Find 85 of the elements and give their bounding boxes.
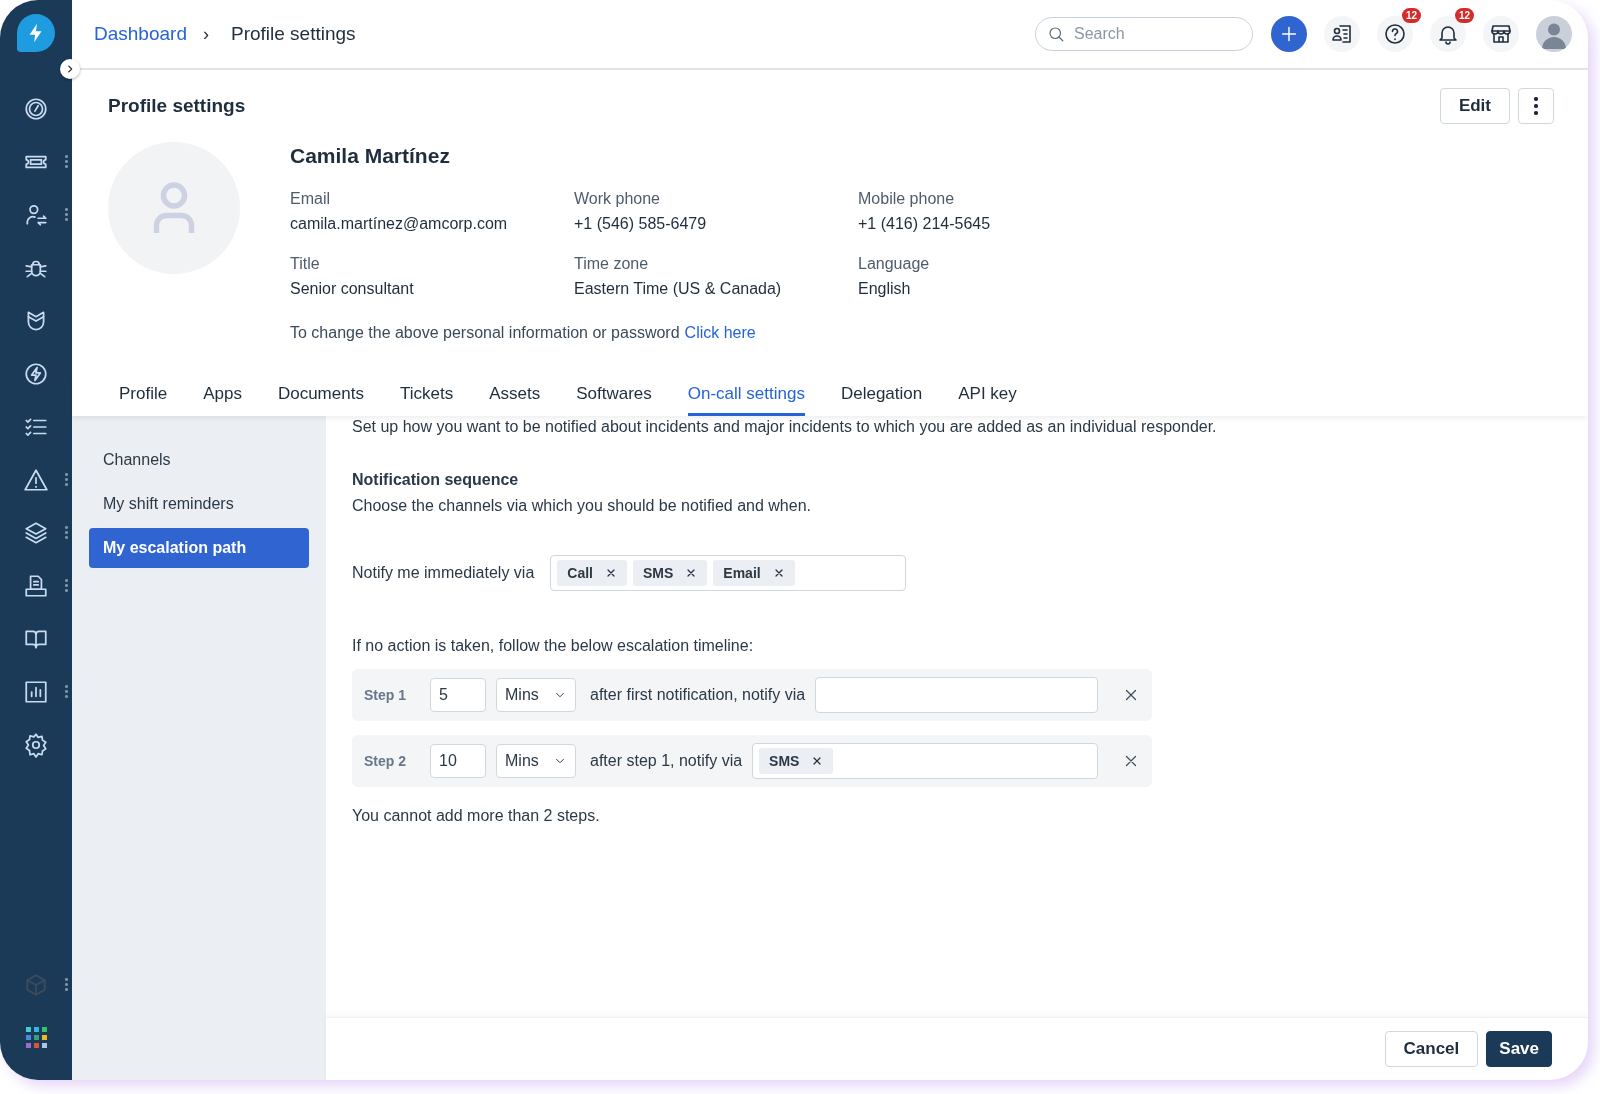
channel-select-field[interactable] xyxy=(815,677,1098,713)
count-badge: 12 xyxy=(1401,8,1421,23)
bar-chart-icon[interactable] xyxy=(23,678,49,705)
side-nav-item[interactable]: My escalation path xyxy=(89,528,309,568)
tab[interactable]: Assets xyxy=(489,376,541,416)
help-icon xyxy=(1383,22,1407,46)
info-text: To change the above personal information or password xyxy=(290,324,680,341)
expand-toggle[interactable] xyxy=(60,59,80,79)
side-nav-item[interactable]: Channels xyxy=(89,440,309,480)
breadcrumb-current: Profile settings xyxy=(230,23,356,45)
more-icon[interactable] xyxy=(65,472,68,487)
side-nav-item[interactable]: My shift reminders xyxy=(89,484,309,524)
number-field[interactable]: 10 xyxy=(430,744,486,778)
user-avatar[interactable] xyxy=(1536,16,1572,52)
tab[interactable]: Softwares xyxy=(576,376,652,416)
channel-select-field[interactable]: SMS xyxy=(752,743,1098,779)
intro-text: Set up how you want to be notified about incidents and major incidents to which you are added as an individual responder. xyxy=(352,418,1218,436)
more-icon[interactable] xyxy=(65,525,68,540)
step-text: after step 1, notify via xyxy=(590,752,743,770)
save-button[interactable]: Save xyxy=(1486,1031,1552,1067)
unit-dropdown[interactable]: Mins xyxy=(496,678,576,712)
tag-label: Email xyxy=(723,565,761,581)
settings-icon[interactable] xyxy=(23,731,49,758)
field-label: Email xyxy=(290,190,331,208)
field-value: camila.martínez@amcorp.com xyxy=(290,215,509,233)
field-value: +1 (546) 585-6479 xyxy=(574,215,708,233)
search-icon xyxy=(1047,25,1065,43)
tab[interactable]: On-call settings xyxy=(687,376,805,416)
field-value: English xyxy=(858,280,912,298)
tab[interactable]: Documents xyxy=(277,376,364,416)
tab[interactable]: API key xyxy=(958,376,1017,416)
section-description: Choose the channels via which you should be notified and when. xyxy=(352,497,812,515)
document-tray-icon[interactable] xyxy=(23,572,49,599)
channel-select-field[interactable]: Call SMS Email xyxy=(550,555,907,591)
bolt-icon[interactable] xyxy=(23,360,49,387)
section-heading: Notification sequence xyxy=(352,471,520,489)
click-here-link[interactable]: Click here xyxy=(684,324,756,341)
step-label: Step 1 xyxy=(364,687,407,703)
warning-icon[interactable] xyxy=(23,466,49,493)
apps-grid-icon[interactable] xyxy=(25,1027,47,1048)
more-button[interactable] xyxy=(1518,88,1554,124)
store-button[interactable] xyxy=(1483,16,1519,52)
logo-icon[interactable] xyxy=(17,14,55,52)
step-label: Step 2 xyxy=(364,753,407,769)
tab[interactable]: Apps xyxy=(203,376,242,416)
field-value: Senior consultant xyxy=(290,280,415,298)
unit-dropdown[interactable]: Mins xyxy=(496,744,576,778)
field-label: Mobile phone xyxy=(858,190,956,208)
kebab-icon xyxy=(1534,97,1538,115)
more-icon[interactable] xyxy=(65,684,68,699)
edit-button[interactable]: Edit xyxy=(1439,88,1510,124)
field-value: +1 (416) 214-5645 xyxy=(858,215,992,233)
tab[interactable]: Delegation xyxy=(840,376,923,416)
timeline-label: If no action is taken, follow the below escalation timeline: xyxy=(352,637,755,655)
chevron-right-icon xyxy=(65,64,75,74)
field-label: Work phone xyxy=(574,190,661,208)
search-field[interactable]: Search xyxy=(1035,17,1253,51)
speedometer-icon[interactable] xyxy=(23,95,49,122)
field-label: Time zone xyxy=(574,255,650,273)
more-icon[interactable] xyxy=(65,578,68,593)
breadcrumb-link[interactable]: Dashboard xyxy=(94,23,187,45)
count-badge: 12 xyxy=(1454,8,1474,23)
tab[interactable]: Tickets xyxy=(399,376,454,416)
add-button[interactable] xyxy=(1271,16,1307,52)
field-label: Notify me immediately via xyxy=(352,564,535,582)
store-icon xyxy=(1489,22,1513,46)
tag-label: Call xyxy=(567,565,593,581)
tag-label: SMS xyxy=(642,565,674,581)
tab[interactable]: Profile xyxy=(119,376,168,416)
more-icon[interactable] xyxy=(65,154,68,169)
contact-card-icon xyxy=(1330,22,1354,46)
more-icon[interactable] xyxy=(65,207,68,222)
page-title: Profile settings xyxy=(108,95,246,117)
field-value: Eastern Time (US & Canada) xyxy=(574,280,783,298)
tag-label: SMS xyxy=(769,753,800,769)
cancel-button[interactable]: Cancel xyxy=(1384,1031,1479,1067)
field-label: Language xyxy=(858,255,931,273)
field-label: Title xyxy=(290,255,321,273)
step-text: after first notification, notify via xyxy=(590,686,806,704)
limit-note: You cannot add more than 2 steps. xyxy=(352,807,601,825)
contacts-button[interactable] xyxy=(1324,16,1360,52)
more-icon[interactable] xyxy=(65,977,68,992)
number-field[interactable]: 5 xyxy=(430,678,486,712)
profile-name: Camila Martínez xyxy=(290,144,451,168)
breadcrumb-separator: › xyxy=(202,23,209,45)
